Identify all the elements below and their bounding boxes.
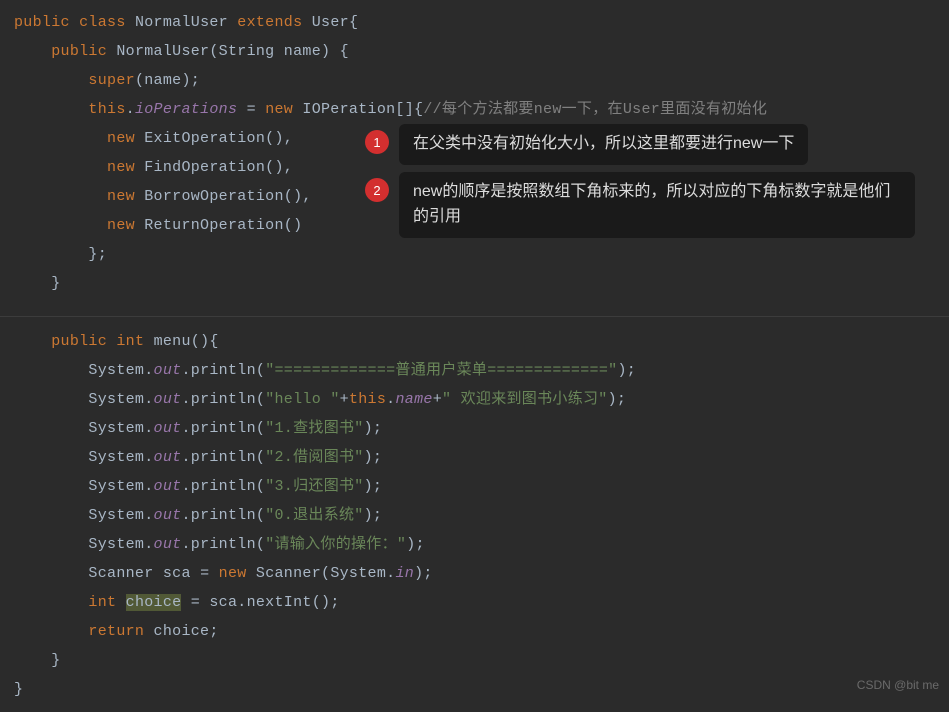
code-content: public class NormalUser extends User{ pu… (14, 8, 949, 704)
code-line: } (14, 675, 949, 704)
code-line (14, 298, 949, 327)
callout-badge-2: 2 (365, 178, 389, 202)
code-line: return choice; (14, 617, 949, 646)
code-line: super(name); (14, 66, 949, 95)
callout-badge-1: 1 (365, 130, 389, 154)
callout-annotation: 1 在父类中没有初始化大小，所以这里都要进行new一下 (365, 124, 808, 165)
code-line: public int menu(){ (14, 327, 949, 356)
code-editor[interactable]: public class NormalUser extends User{ pu… (0, 0, 949, 712)
code-line: System.out.println("1.查找图书"); (14, 414, 949, 443)
code-line: System.out.println("=============普通用户菜单=… (14, 356, 949, 385)
code-line: }; (14, 240, 949, 269)
code-line: Scanner sca = new Scanner(System.in); (14, 559, 949, 588)
code-line: System.out.println("请输入你的操作："); (14, 530, 949, 559)
code-line: System.out.println("0.退出系统"); (14, 501, 949, 530)
callout-text-1: 在父类中没有初始化大小，所以这里都要进行new一下 (399, 124, 808, 165)
callout-text-2: new的顺序是按照数组下角标来的，所以对应的下角标数字就是他们的引用 (399, 172, 915, 238)
code-line: System.out.println("hello "+this.name+" … (14, 385, 949, 414)
code-line: System.out.println("3.归还图书"); (14, 472, 949, 501)
code-line: public class NormalUser extends User{ (14, 8, 949, 37)
code-line: } (14, 646, 949, 675)
code-line: int choice = sca.nextInt(); (14, 588, 949, 617)
code-line: public NormalUser(String name) { (14, 37, 949, 66)
code-line: this.ioPerations = new IOPeration[]{//每个… (14, 95, 949, 124)
code-line: System.out.println("2.借阅图书"); (14, 443, 949, 472)
callout-annotation: 2 new的顺序是按照数组下角标来的，所以对应的下角标数字就是他们的引用 (365, 172, 915, 238)
code-line: } (14, 269, 949, 298)
